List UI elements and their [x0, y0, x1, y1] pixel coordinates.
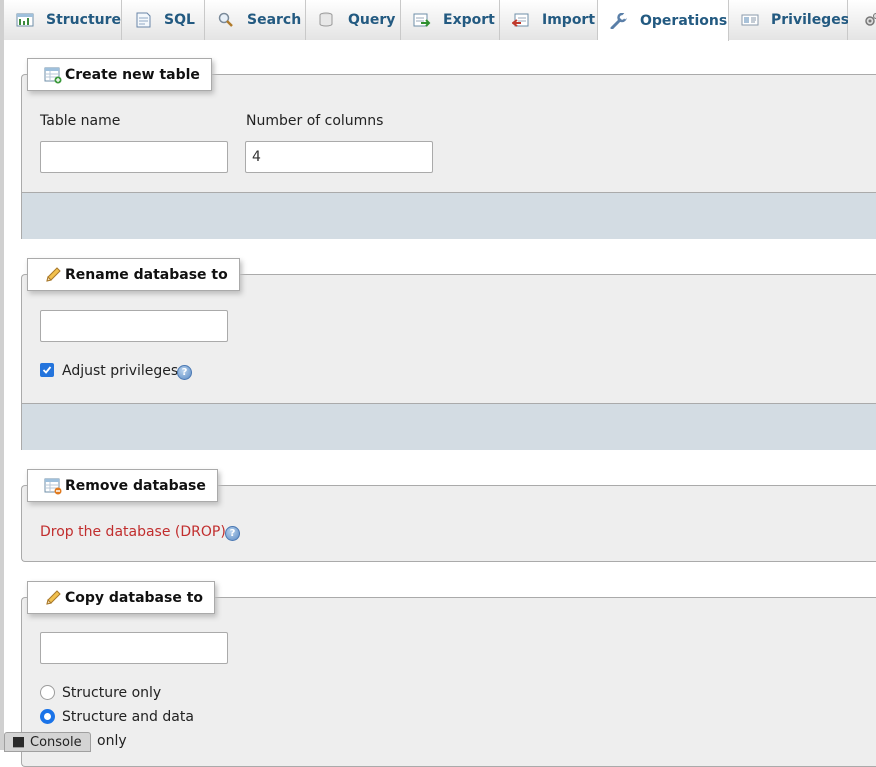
create-table-action-bar — [21, 192, 876, 239]
help-icon[interactable]: ? — [225, 526, 240, 541]
remove-db-legend: Remove database — [27, 469, 218, 502]
import-icon — [512, 12, 530, 28]
num-columns-input[interactable] — [245, 141, 433, 173]
table-delete-icon — [44, 477, 62, 495]
copy-db-section — [21, 597, 876, 767]
create-table-legend: Create new table — [27, 58, 212, 91]
query-icon — [318, 12, 336, 28]
structure-only-label: Structure only — [62, 685, 161, 701]
tab-export[interactable]: Export — [401, 0, 500, 40]
tab-privileges[interactable]: Privileges — [729, 0, 848, 40]
console-button[interactable]: Console — [4, 732, 91, 752]
structure-and-data-radio[interactable] — [40, 709, 55, 724]
drop-database-link[interactable]: Drop the database (DROP) — [40, 524, 226, 540]
console-icon — [13, 737, 24, 748]
tab-label: Import — [542, 12, 595, 28]
tab-operations[interactable]: Operations — [598, 0, 729, 41]
checkmark-icon — [42, 365, 52, 375]
search-icon — [217, 12, 235, 28]
tab-label: Search — [247, 12, 301, 28]
tab-label: Structure — [46, 12, 121, 28]
rename-db-input[interactable] — [40, 310, 228, 342]
wrench-icon — [610, 13, 628, 29]
rename-db-section — [21, 274, 876, 450]
rename-db-title: Rename database to — [65, 267, 228, 283]
copy-db-input[interactable] — [40, 632, 228, 664]
tab-bar: Structure SQL Search Query Export Import — [4, 0, 876, 40]
table-name-input[interactable] — [40, 141, 228, 173]
tab-structure[interactable]: Structure — [4, 0, 122, 40]
tab-sql[interactable]: SQL — [122, 0, 205, 40]
tab-more[interactable] — [848, 0, 876, 40]
remove-db-title: Remove database — [65, 478, 206, 494]
console-label: Console — [30, 735, 82, 750]
structure-only-radio[interactable] — [40, 685, 55, 700]
copy-db-title: Copy database to — [65, 590, 203, 606]
create-table-title: Create new table — [65, 67, 200, 83]
structure-icon — [16, 12, 34, 28]
copy-db-legend: Copy database to — [27, 581, 215, 614]
help-icon[interactable]: ? — [177, 365, 192, 380]
tab-search[interactable]: Search — [205, 0, 306, 40]
rename-db-action-bar — [21, 403, 876, 450]
tab-label: Query — [348, 12, 395, 28]
structure-and-data-label: Structure and data — [62, 709, 194, 725]
tab-query[interactable]: Query — [306, 0, 401, 40]
left-frame-border — [0, 0, 4, 750]
table-name-label: Table name — [40, 113, 120, 129]
adjust-privileges-label: Adjust privileges — [62, 363, 178, 379]
pencil-icon — [44, 266, 62, 284]
tab-label: SQL — [164, 12, 195, 28]
tab-label: Privileges — [771, 12, 849, 28]
data-only-label: only — [97, 733, 127, 749]
privileges-icon — [741, 12, 759, 28]
tab-import[interactable]: Import — [500, 0, 598, 40]
pencil-icon — [44, 589, 62, 607]
rename-db-legend: Rename database to — [27, 258, 240, 291]
tab-label: Operations — [640, 13, 727, 29]
sql-icon — [134, 12, 152, 28]
tab-label: Export — [443, 12, 495, 28]
table-add-icon — [44, 66, 62, 84]
gears-icon — [862, 12, 876, 28]
export-icon — [413, 12, 431, 28]
num-columns-label: Number of columns — [246, 113, 383, 129]
adjust-privileges-checkbox[interactable] — [40, 363, 54, 377]
